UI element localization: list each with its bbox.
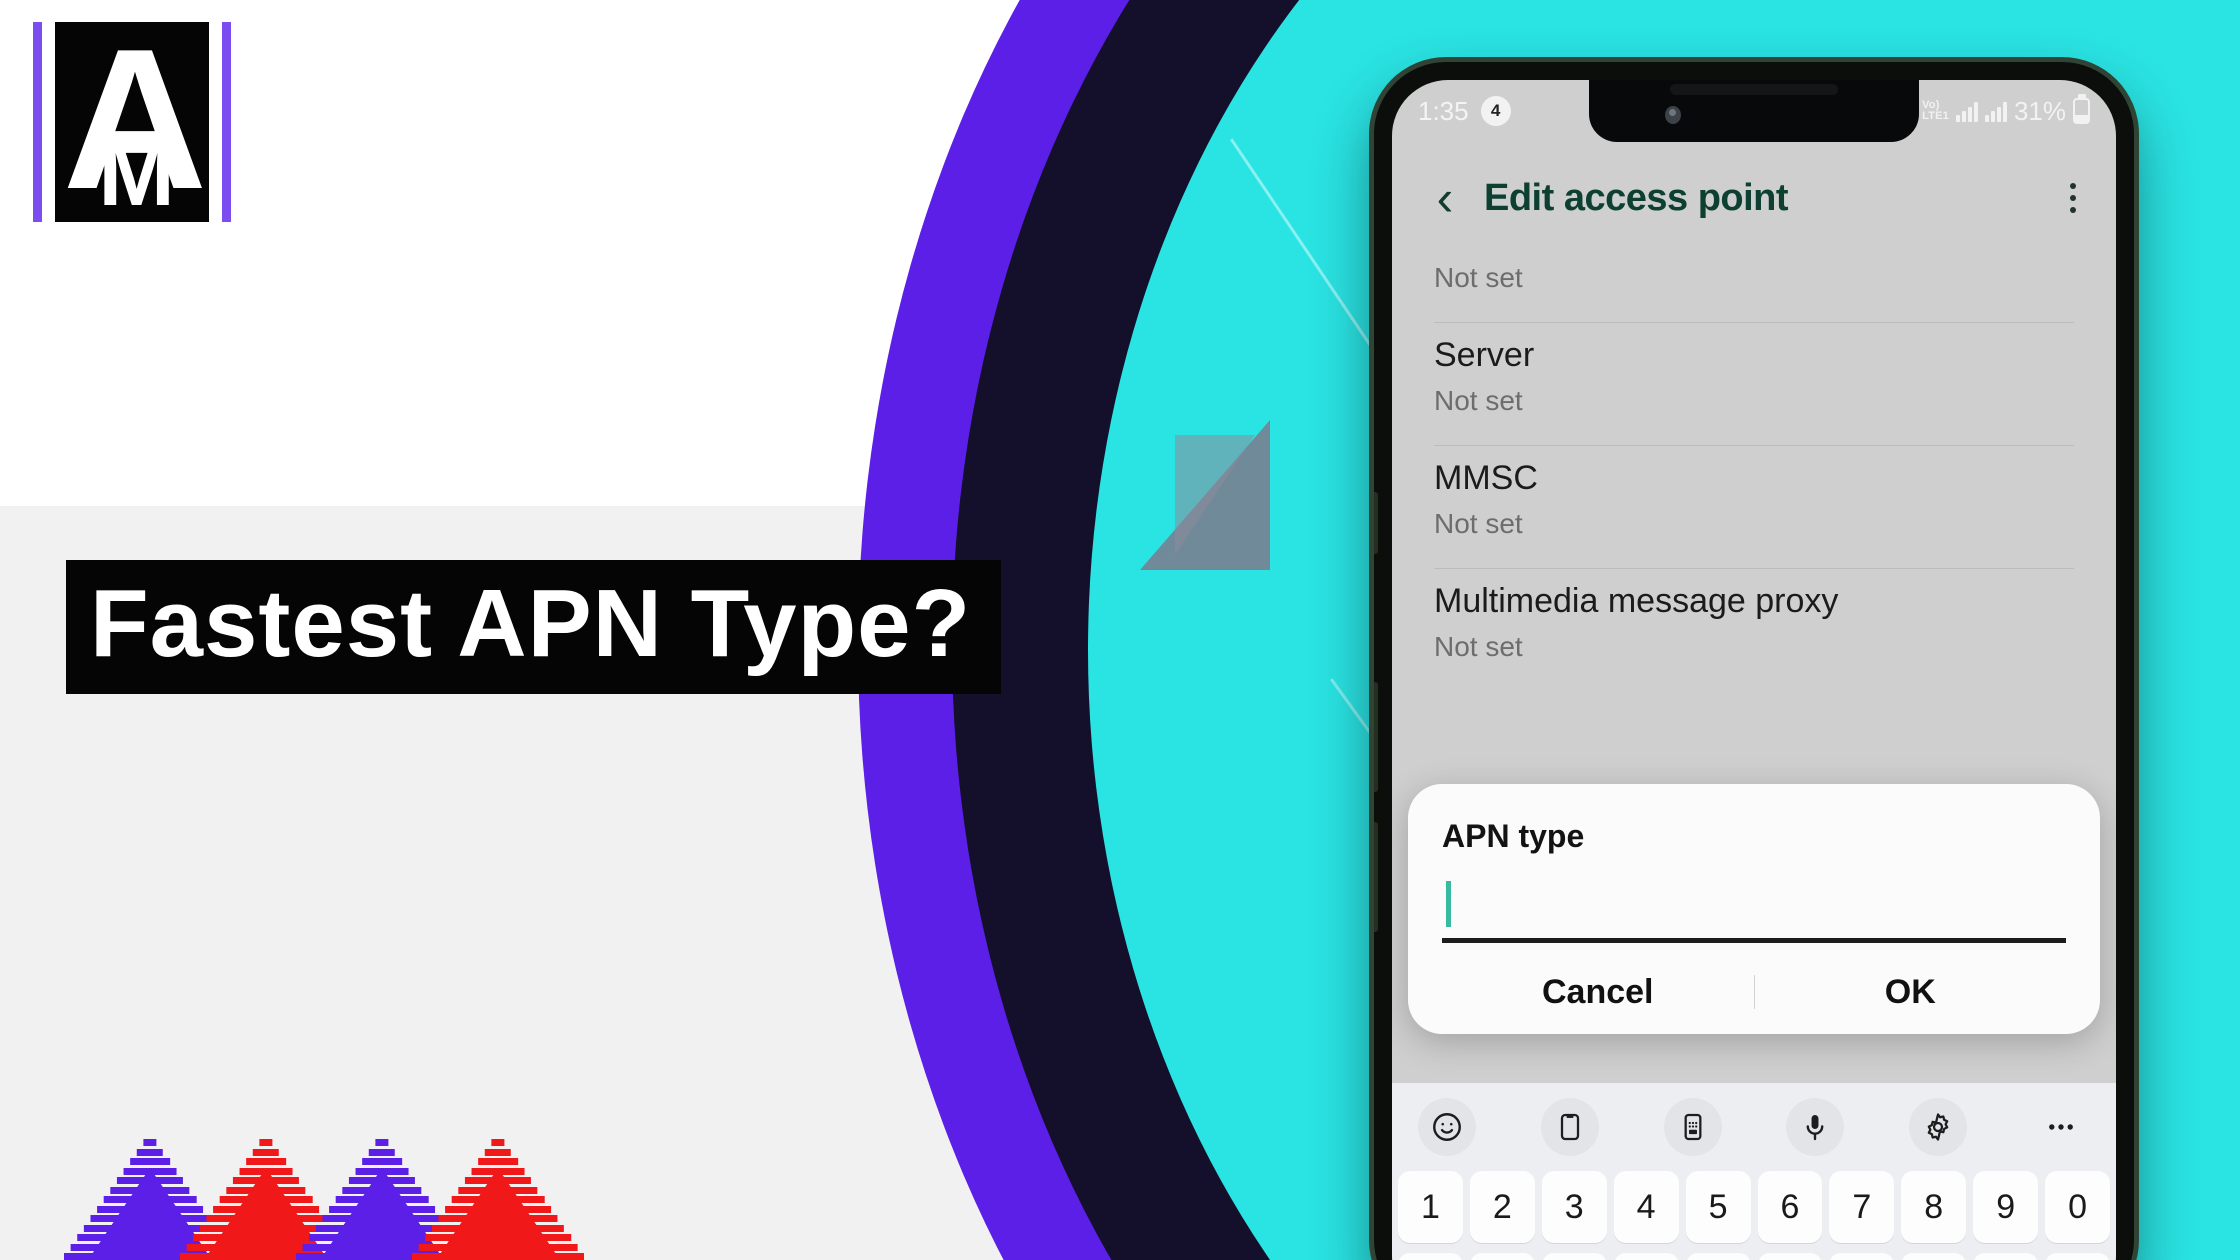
keyboard-key-7[interactable]: 7	[1829, 1171, 1895, 1243]
list-item[interactable]: MMSC Not set	[1434, 446, 2074, 568]
earpiece-speaker-icon	[1670, 84, 1838, 95]
volte-icon: Vo) LTE1	[1922, 100, 1949, 122]
list-item-title: MMSC	[1434, 459, 1538, 497]
clipboard-icon[interactable]	[1540, 1098, 1599, 1156]
list-item-title: Server	[1434, 336, 1535, 374]
list-item-subtitle: Not set	[1434, 385, 1523, 416]
phone-notch	[1589, 80, 1919, 142]
more-options-icon[interactable]	[2032, 1098, 2090, 1156]
keyboard-key-5[interactable]: 5	[1685, 1171, 1751, 1243]
logo-box: A M	[55, 22, 209, 222]
keyboard-key-1[interactable]: 1	[1397, 1171, 1463, 1243]
keyboard-key-3[interactable]: 3	[1541, 1171, 1607, 1243]
keyboard-key-row2-1[interactable]	[1397, 1253, 1463, 1260]
phone-screen: 1:35 4 Vo) LTE1 31% ‹ Edit access point	[1392, 80, 2116, 1260]
battery-icon	[2073, 98, 2090, 124]
keyboard-number-row: 1234567890	[1397, 1171, 2111, 1243]
page-title: Edit access point	[1484, 176, 1789, 219]
apn-type-dialog: APN type Cancel OK	[1408, 784, 2100, 1034]
keyboard-key-row2-4[interactable]	[1613, 1253, 1679, 1260]
status-bar-right: Vo) LTE1 31%	[1922, 96, 2090, 127]
list-item-subtitle: Not set	[1434, 508, 1523, 539]
decorative-triangles	[60, 1132, 584, 1260]
volte-line-2: LTE1	[1922, 110, 1949, 122]
overflow-dot-1	[2070, 183, 2076, 189]
channel-logo: A M	[33, 22, 231, 222]
overflow-dot-3	[2070, 207, 2076, 213]
keyboard-key-8[interactable]: 8	[1901, 1171, 1967, 1243]
logo-bar-left	[33, 22, 42, 222]
app-bar: ‹ Edit access point	[1392, 142, 2116, 254]
settings-gear-icon[interactable]	[1909, 1098, 1968, 1156]
list-item[interactable]: Not set	[1434, 258, 2074, 322]
keyboard-key-0[interactable]: 0	[2045, 1171, 2111, 1243]
list-item[interactable]: Multimedia message proxy Not set	[1434, 569, 2074, 691]
overflow-menu-icon[interactable]	[2060, 175, 2086, 221]
list-item-subtitle: Not set	[1434, 262, 1523, 293]
phone-mockup: 1:35 4 Vo) LTE1 31% ‹ Edit access point	[1374, 62, 2134, 1260]
overflow-dot-2	[2070, 195, 2076, 201]
list-item-title: Multimedia message proxy	[1434, 582, 1839, 620]
microphone-icon[interactable]	[1786, 1098, 1845, 1156]
keyboard-key-2[interactable]: 2	[1469, 1171, 1535, 1243]
front-camera-icon	[1665, 106, 1681, 124]
list-item-subtitle: Not set	[1434, 631, 1523, 662]
keyboard-toolbar	[1392, 1083, 2116, 1171]
on-screen-keyboard: 1234567890	[1392, 1083, 2116, 1260]
phone-volume-up-button	[1374, 682, 1378, 792]
keyboard-key-9[interactable]: 9	[1973, 1171, 2039, 1243]
list-item[interactable]: Server Not set	[1434, 323, 2074, 445]
text-caret	[1446, 881, 1451, 927]
keyboard-rows: 1234567890	[1392, 1171, 2116, 1260]
battery-percent-label: 31%	[2013, 95, 2066, 126]
keyboard-key-row2-3[interactable]	[1541, 1253, 1607, 1260]
logo-bar-right	[222, 22, 231, 222]
triangle-solid-core	[436, 1168, 560, 1260]
headline-text: Fastest APN Type?	[90, 570, 972, 677]
logo-letter-m: M	[98, 123, 175, 222]
phone-side-button-top	[1374, 492, 1378, 554]
keyboard-modes-icon[interactable]	[1663, 1098, 1722, 1156]
input-underline	[1442, 938, 2066, 943]
signal-strength-icon-sim1	[1955, 100, 1978, 122]
status-time: 1:35	[1418, 95, 1469, 126]
keyboard-letter-row	[1397, 1253, 2111, 1260]
keyboard-key-4[interactable]: 4	[1613, 1171, 1679, 1243]
triangle-4	[408, 1132, 588, 1260]
signal-strength-icon-sim2	[1984, 100, 2007, 122]
status-bar-left: 1:35 4	[1418, 96, 1511, 127]
keyboard-key-row2-7[interactable]	[1829, 1253, 1895, 1260]
phone-volume-down-button	[1374, 822, 1378, 932]
decorative-gray-wedge-2	[1175, 435, 1255, 555]
keyboard-key-row2-2[interactable]	[1469, 1253, 1535, 1260]
emoji-smiley-icon[interactable]	[1418, 1098, 1476, 1156]
keyboard-key-row2-8[interactable]	[1901, 1253, 1967, 1260]
keyboard-key-row2-6[interactable]	[1757, 1253, 1823, 1260]
keyboard-key-row2-10[interactable]	[2045, 1253, 2111, 1260]
dialog-actions: Cancel OK	[1442, 961, 2066, 1023]
notification-count-badge: 4	[1480, 96, 1511, 126]
keyboard-key-row2-5[interactable]	[1685, 1253, 1751, 1260]
ok-button[interactable]: OK	[1755, 973, 2067, 1012]
cancel-button[interactable]: Cancel	[1442, 973, 1754, 1012]
back-chevron-icon[interactable]: ‹	[1422, 173, 1468, 223]
keyboard-key-6[interactable]: 6	[1757, 1171, 1823, 1243]
keyboard-key-row2-9[interactable]	[1973, 1253, 2039, 1260]
dialog-title: APN type	[1442, 818, 1585, 854]
headline-banner: Fastest APN Type?	[66, 560, 1002, 694]
apn-type-input[interactable]	[1442, 881, 2066, 943]
